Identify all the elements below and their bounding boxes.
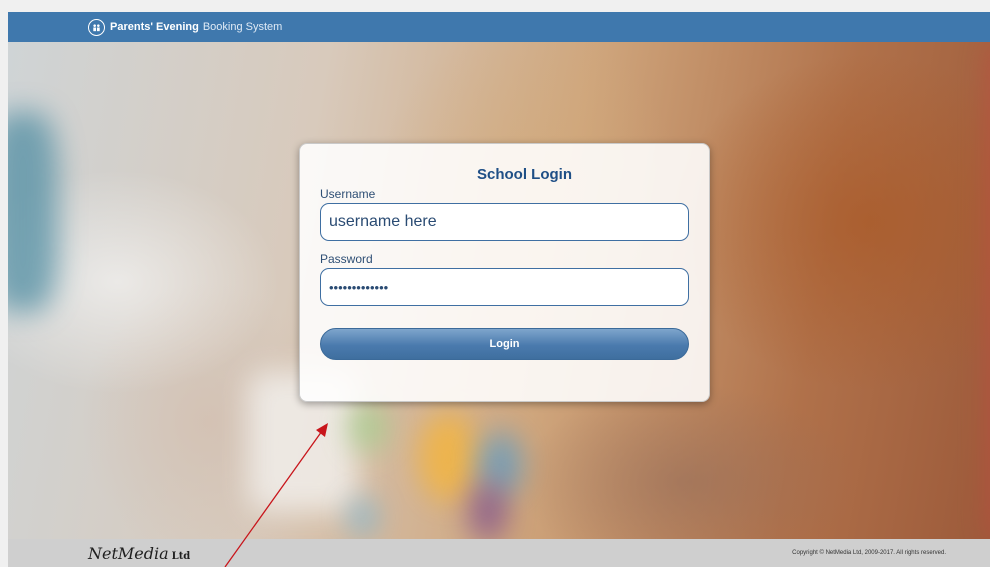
school-badge-icon (88, 18, 105, 36)
footer-bar: NetMedia Ltd Copyright © NetMedia Ltd, 20… (8, 539, 990, 567)
brand-subtitle: Booking System (202, 21, 283, 33)
username-label: Username (320, 187, 376, 201)
netmedia-logo: NetMedia Ltd (88, 544, 190, 563)
footer-brand-name: NetMedia (88, 543, 169, 563)
top-header-bar: Parents' Evening Booking System (8, 12, 990, 42)
login-title: School Login (477, 166, 572, 183)
login-button[interactable]: Login (320, 328, 689, 360)
footer-brand-suffix: Ltd (171, 550, 191, 562)
username-input[interactable]: username here (320, 203, 689, 241)
password-label: Password (320, 252, 373, 266)
blurred-background-image: School Login Username username here Pass… (8, 42, 990, 539)
login-card: School Login Username username here Pass… (299, 143, 710, 402)
brand-name: Parents' Evening (110, 21, 199, 33)
password-value: ••••••••••••• (329, 279, 389, 295)
browser-viewport: Parents' Evening Booking System School L… (8, 12, 990, 567)
password-input[interactable]: ••••••••••••• (320, 268, 689, 306)
username-value: username here (329, 213, 437, 230)
copyright-text: Copyright © NetMedia Ltd, 2009-2017. All… (792, 550, 946, 556)
